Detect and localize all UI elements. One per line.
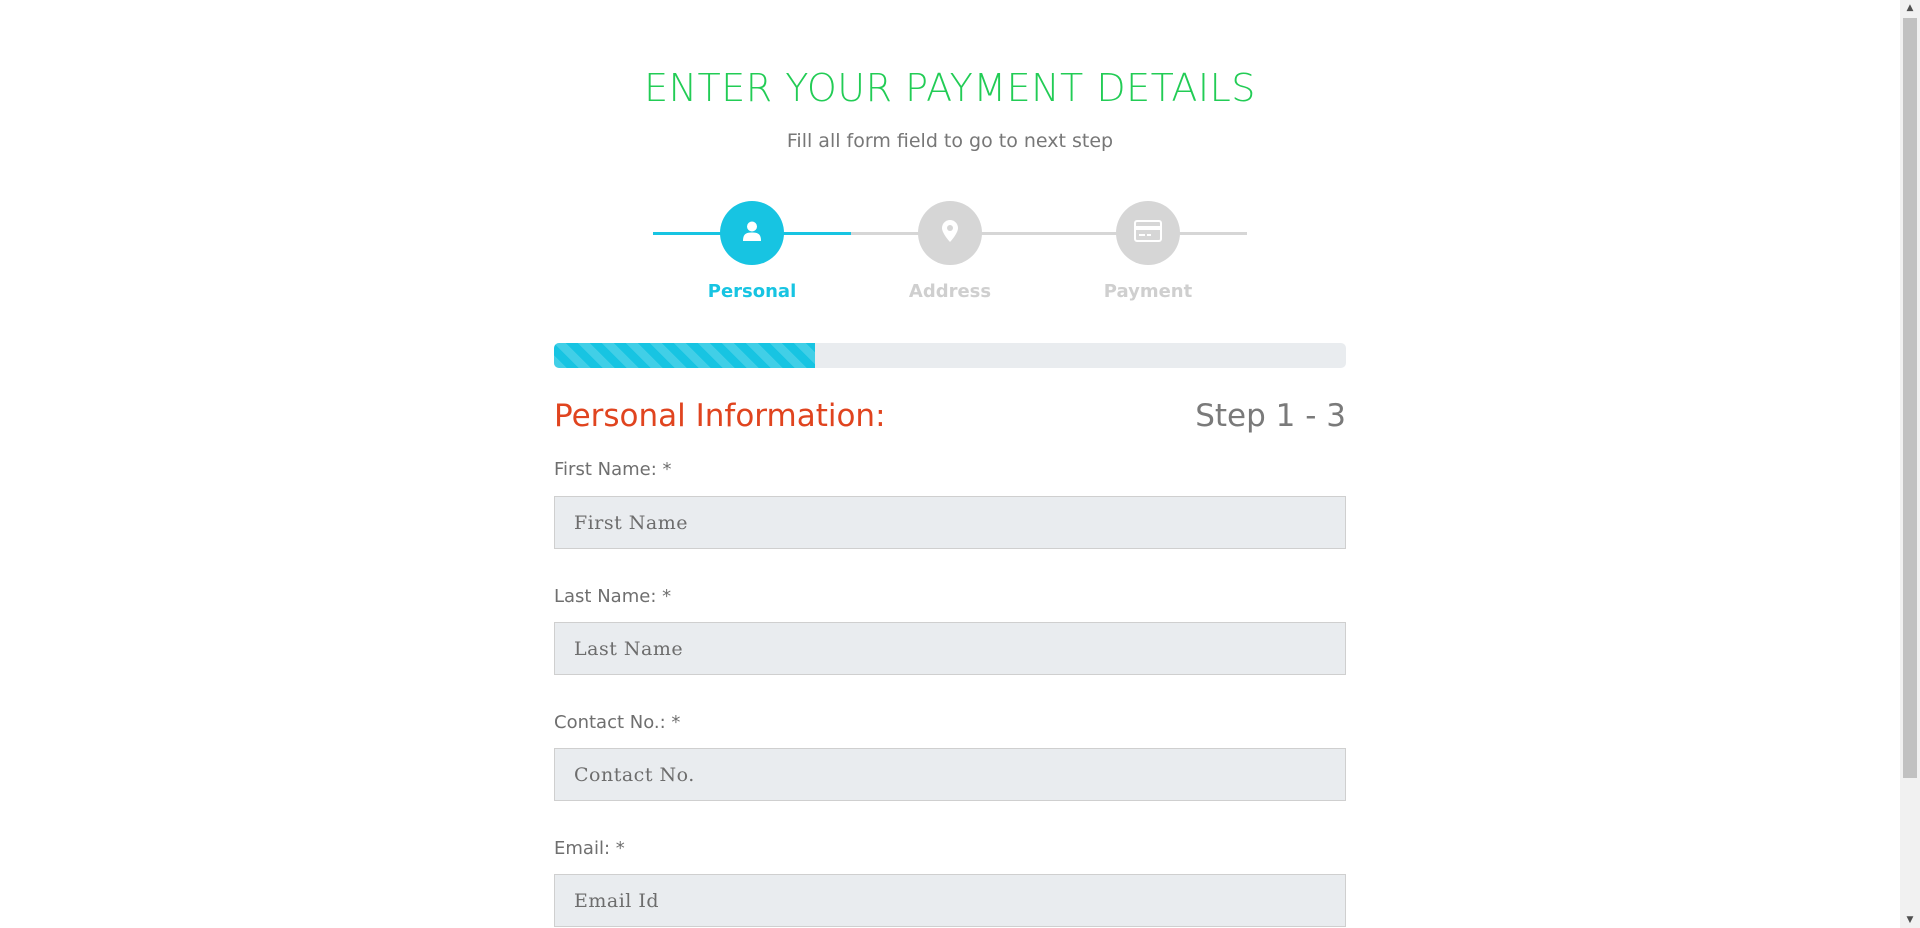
step-address[interactable]: Address [880,201,1020,302]
step-address-label: Address [908,281,992,302]
step-personal[interactable]: Personal [682,201,822,302]
user-icon [741,220,763,246]
page-subtitle: Fill all form field to go to next step [786,130,1114,152]
payment-details-page: ENTER YOUR PAYMENT DETAILS Fill all form… [0,0,1900,928]
contact-number-input[interactable] [554,748,1346,801]
scrollbar-thumb[interactable] [1903,18,1917,778]
page-title: ENTER YOUR PAYMENT DETAILS [644,66,1256,110]
progress-stepper: Personal Address Payment [653,201,1247,302]
map-pin-icon [942,220,958,246]
vertical-scrollbar[interactable]: ▲ ▼ [1900,0,1920,928]
first-name-label: First Name: * [554,459,672,480]
step-payment-label: Payment [1103,281,1193,302]
step-payment-circle[interactable] [1116,201,1180,265]
contact-number-label: Contact No.: * [554,712,681,733]
step-personal-circle[interactable] [720,201,784,265]
progress-bar-fill [554,343,816,368]
email-input[interactable] [554,874,1346,927]
first-name-input[interactable] [554,496,1346,549]
credit-card-icon [1134,220,1162,246]
step-address-circle[interactable] [918,201,982,265]
step-payment[interactable]: Payment [1078,201,1218,302]
scroll-down-arrow-icon[interactable]: ▼ [1900,912,1920,928]
last-name-input[interactable] [554,622,1346,675]
step-personal-label: Personal [707,281,797,302]
progress-bar [554,343,1346,368]
scroll-up-arrow-icon[interactable]: ▲ [1900,0,1920,16]
section-title: Personal Information: [554,398,886,434]
last-name-label: Last Name: * [554,586,672,607]
step-count: Step 1 - 3 [1195,398,1346,434]
email-label: Email: * [554,838,625,859]
